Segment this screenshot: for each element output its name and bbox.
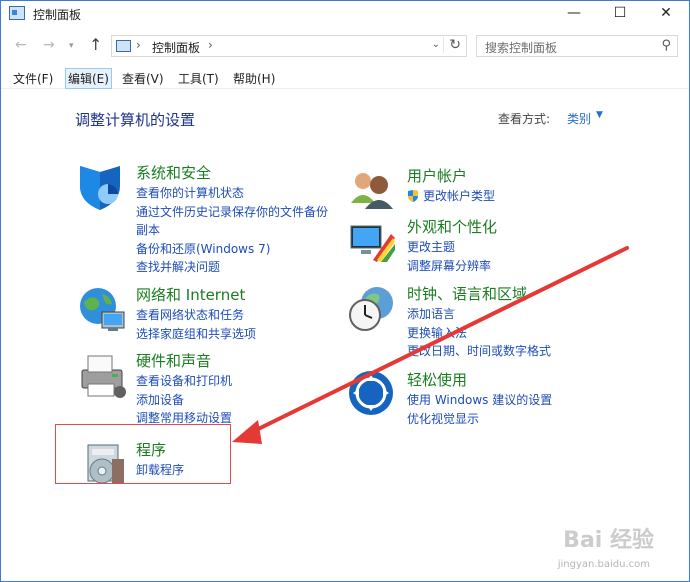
window-title: 控制面板 bbox=[33, 8, 82, 22]
link-devices-printers[interactable]: 查看设备和打印机 bbox=[136, 372, 232, 391]
category-links: 查看网络状态和任务 选择家庭组和共享选项 bbox=[136, 306, 256, 343]
category-title[interactable]: 时钟、语言和区域 bbox=[407, 283, 527, 304]
baidu-watermark-url: jingyan.baidu.com bbox=[557, 559, 650, 570]
page-title: 调整计算机的设置 bbox=[75, 111, 196, 129]
ease-of-access-icon[interactable] bbox=[347, 369, 399, 421]
link-add-language[interactable]: 添加语言 bbox=[407, 305, 551, 324]
category-links: 更改主题 调整屏幕分辨率 bbox=[407, 238, 491, 275]
link-screen-resolution[interactable]: 调整屏幕分辨率 bbox=[407, 257, 491, 276]
back-arrow-icon[interactable]: ← bbox=[15, 37, 27, 53]
network-globe-icon[interactable] bbox=[76, 284, 128, 336]
view-by-dropdown[interactable]: 类别 bbox=[567, 110, 591, 127]
menu-view[interactable]: 查看(V) bbox=[120, 69, 166, 88]
category-title[interactable]: 网络和 Internet bbox=[136, 284, 245, 305]
address-bar[interactable]: › 控制面板 › ⌄ ↻ bbox=[111, 35, 467, 57]
category-title[interactable]: 系统和安全 bbox=[136, 162, 211, 183]
link-add-device[interactable]: 添加设备 bbox=[136, 391, 232, 410]
link-change-input-method[interactable]: 更换输入法 bbox=[407, 324, 551, 343]
minimize-button[interactable]: — bbox=[551, 1, 597, 27]
category-links: 更改帐户类型 bbox=[407, 187, 495, 206]
refresh-icon[interactable]: ↻ bbox=[443, 37, 461, 53]
annotation-highlight-box bbox=[55, 424, 231, 484]
shield-icon[interactable] bbox=[76, 162, 128, 214]
link-date-time-format[interactable]: 更改日期、时间或数字格式 bbox=[407, 342, 551, 361]
appearance-icon[interactable] bbox=[347, 216, 399, 268]
category-links: 使用 Windows 建议的设置 优化视觉显示 bbox=[407, 391, 552, 428]
menu-help[interactable]: 帮助(H) bbox=[231, 69, 277, 88]
recent-locations-chevron-icon[interactable]: ▾ bbox=[69, 41, 74, 51]
breadcrumb-chevron-icon[interactable]: › bbox=[136, 38, 141, 52]
menu-file[interactable]: 文件(F) bbox=[11, 69, 55, 88]
menu-tools[interactable]: 工具(T) bbox=[176, 69, 221, 88]
search-input[interactable]: 搜索控制面板 ⚲ bbox=[476, 35, 678, 57]
maximize-button[interactable]: ☐ bbox=[597, 1, 643, 27]
link-network-status[interactable]: 查看网络状态和任务 bbox=[136, 306, 256, 325]
control-panel-icon bbox=[9, 6, 25, 20]
close-button[interactable]: ✕ bbox=[643, 1, 689, 27]
link-homegroup-sharing[interactable]: 选择家庭组和共享选项 bbox=[136, 325, 256, 344]
link-troubleshoot[interactable]: 查找并解决问题 bbox=[136, 258, 336, 277]
link-file-history-backup[interactable]: 通过文件历史记录保存你的文件备份副本 bbox=[136, 203, 336, 240]
control-panel-icon bbox=[116, 40, 131, 52]
view-by-label: 查看方式: bbox=[498, 112, 551, 126]
breadcrumb-chevron-icon[interactable]: › bbox=[208, 38, 213, 52]
category-title[interactable]: 用户帐户 bbox=[407, 165, 467, 186]
category-title[interactable]: 硬件和声音 bbox=[136, 350, 211, 371]
category-title[interactable]: 轻松使用 bbox=[407, 369, 467, 390]
control-panel-window: 控制面板 — ☐ ✕ ← → ▾ ↑ › 控制面板 › ⌄ ↻ 搜索控制面板 ⚲… bbox=[0, 0, 690, 582]
search-icon[interactable]: ⚲ bbox=[661, 38, 671, 53]
clock-globe-icon[interactable] bbox=[347, 283, 399, 335]
view-by-chevron-down-icon[interactable]: ▼ bbox=[596, 110, 603, 120]
address-row: ← → ▾ ↑ › 控制面板 › ⌄ ↻ 搜索控制面板 ⚲ bbox=[1, 33, 689, 61]
uac-shield-icon bbox=[408, 190, 418, 202]
link-change-account-type-label: 更改帐户类型 bbox=[423, 189, 496, 203]
category-links: 查看你的计算机状态 通过文件历史记录保存你的文件备份副本 备份和还原(Windo… bbox=[136, 184, 336, 277]
link-backup-restore[interactable]: 备份和还原(Windows 7) bbox=[136, 240, 336, 259]
users-icon[interactable] bbox=[347, 165, 399, 217]
link-change-theme[interactable]: 更改主题 bbox=[407, 238, 491, 257]
title-bar: 控制面板 — ☐ ✕ bbox=[1, 1, 689, 27]
category-title[interactable]: 外观和个性化 bbox=[407, 216, 497, 237]
link-check-computer-status[interactable]: 查看你的计算机状态 bbox=[136, 184, 336, 203]
search-placeholder: 搜索控制面板 bbox=[485, 41, 558, 55]
address-dropdown-chevron-icon[interactable]: ⌄ bbox=[432, 39, 440, 50]
link-optimize-visual-display[interactable]: 优化视觉显示 bbox=[407, 410, 552, 429]
up-arrow-icon[interactable]: ↑ bbox=[89, 35, 102, 54]
link-change-account-type[interactable]: 更改帐户类型 bbox=[407, 187, 495, 206]
forward-arrow-icon[interactable]: → bbox=[43, 37, 55, 53]
breadcrumb[interactable]: 控制面板 bbox=[152, 39, 200, 56]
category-links: 添加语言 更换输入法 更改日期、时间或数字格式 bbox=[407, 305, 551, 361]
menu-edit[interactable]: 编辑(E) bbox=[65, 68, 112, 89]
category-links: 查看设备和打印机 添加设备 调整常用移动设置 bbox=[136, 372, 232, 428]
printer-icon[interactable] bbox=[76, 350, 128, 402]
link-recommended-settings[interactable]: 使用 Windows 建议的设置 bbox=[407, 391, 552, 410]
menu-bar: 文件(F) 编辑(E) 查看(V) 工具(T) 帮助(H) bbox=[1, 66, 689, 89]
baidu-watermark-logo: Bai 经验 bbox=[563, 528, 654, 553]
